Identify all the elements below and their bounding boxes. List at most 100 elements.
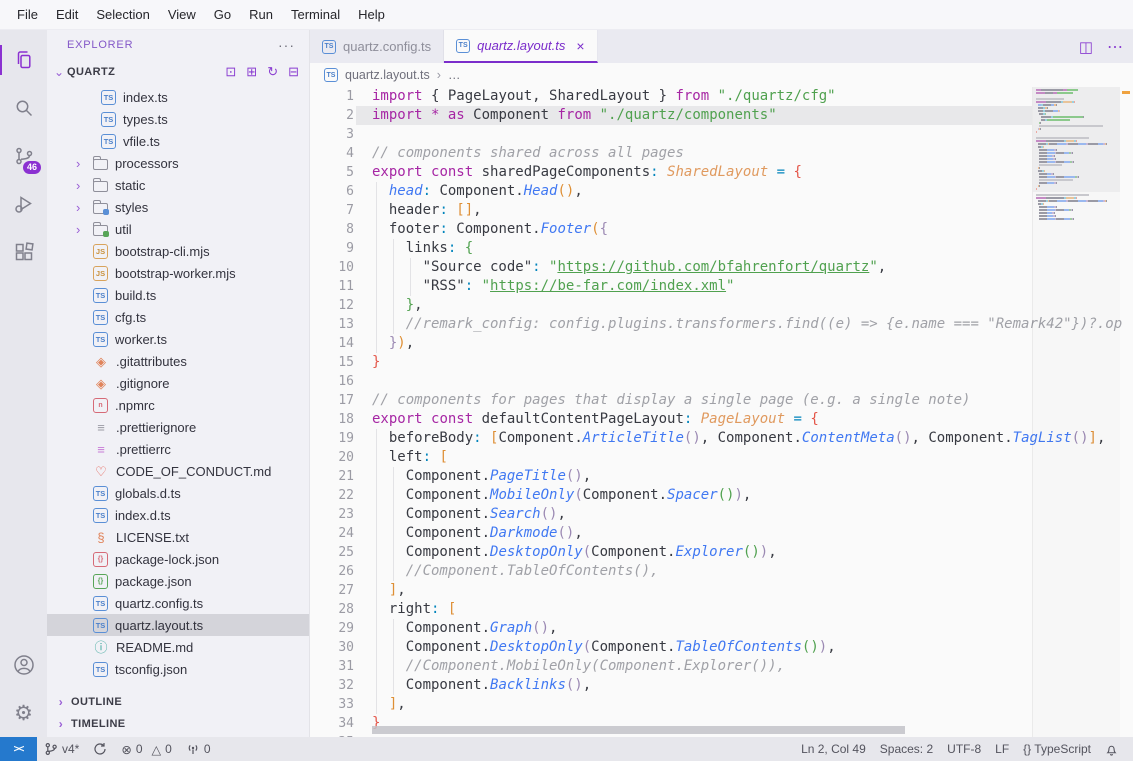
code-line-33[interactable]: 33 ], xyxy=(310,695,1133,714)
file-tree-item-vfile.ts[interactable]: TSvfile.ts xyxy=(47,130,309,152)
activity-account-icon[interactable] xyxy=(0,641,47,689)
file-tree-item-README.md[interactable]: ⓘREADME.md xyxy=(47,636,309,658)
code-line-8[interactable]: 8 footer: Component.Footer({ xyxy=(310,220,1133,239)
explorer-more-actions-icon[interactable]: ··· xyxy=(278,37,295,53)
file-tree-item-.gitattributes[interactable]: ◈.gitattributes xyxy=(47,350,309,372)
status-lf[interactable]: LF xyxy=(988,737,1016,761)
split-editor-icon[interactable]: ◫ xyxy=(1079,38,1093,56)
sidebar-section-outline[interactable]: ›OUTLINE xyxy=(47,691,309,713)
code-line-32[interactable]: 32 Component.Backlinks(), xyxy=(310,676,1133,695)
file-tree-item-bootstrap-worker.mjs[interactable]: JSbootstrap-worker.mjs xyxy=(47,262,309,284)
editor-more-actions-icon[interactable]: ⋯ xyxy=(1107,37,1123,57)
code-line-31[interactable]: 31 //Component.MobileOnly(Component.Expl… xyxy=(310,657,1133,676)
file-tree-item-.prettierrc[interactable]: ≡.prettierrc xyxy=(47,438,309,460)
file-tree-item-LICENSE.txt[interactable]: §LICENSE.txt xyxy=(47,526,309,548)
file-tree-item-tsconfig.json[interactable]: TStsconfig.json xyxy=(47,658,309,680)
code-line-17[interactable]: 17// components for pages that display a… xyxy=(310,391,1133,410)
file-tree-item-index.ts[interactable]: TSindex.ts xyxy=(47,86,309,108)
minimap[interactable] xyxy=(1032,87,1120,737)
breadcrumb-symbol[interactable]: … xyxy=(448,68,461,82)
code-line-5[interactable]: 5export const sharedPageComponents: Shar… xyxy=(310,163,1133,182)
code-line-16[interactable]: 16 xyxy=(310,372,1133,391)
status-problems[interactable]: ⊗0△0 xyxy=(114,737,178,761)
project-section-header[interactable]: ⌄ QUARTZ ⊡⊞↻⊟ xyxy=(47,60,309,84)
code-line-19[interactable]: 19 beforeBody: [Component.ArticleTitle()… xyxy=(310,429,1133,448)
code-line-3[interactable]: 3 xyxy=(310,125,1133,144)
code-line-7[interactable]: 7 header: [], xyxy=(310,201,1133,220)
remote-indicator[interactable]: >< xyxy=(0,737,37,761)
file-tree-item-static[interactable]: ›static xyxy=(47,174,309,196)
code-line-29[interactable]: 29 Component.Graph(), xyxy=(310,619,1133,638)
file-tree-item-package-lock.json[interactable]: {}package-lock.json xyxy=(47,548,309,570)
status-ln-2-col-49[interactable]: Ln 2, Col 49 xyxy=(794,737,873,761)
file-tree-item-globals.d.ts[interactable]: TSglobals.d.ts xyxy=(47,482,309,504)
code-line-18[interactable]: 18export const defaultContentPageLayout:… xyxy=(310,410,1133,429)
code-line-10[interactable]: 10 "Source code": "https://github.com/bf… xyxy=(310,258,1133,277)
code-line-4[interactable]: 4// components shared across all pages xyxy=(310,144,1133,163)
activity-source-control-icon[interactable]: 46 xyxy=(0,132,47,180)
file-tree-item-util[interactable]: ›util xyxy=(47,218,309,240)
file-tree-item-quartz.layout.ts[interactable]: TSquartz.layout.ts xyxy=(47,614,309,636)
tab-quartz.config.ts[interactable]: TSquartz.config.ts xyxy=(310,30,444,63)
code-line-25[interactable]: 25 Component.DesktopOnly(Component.Explo… xyxy=(310,543,1133,562)
code-line-1[interactable]: 1import { PageLayout, SharedLayout } fro… xyxy=(310,87,1133,106)
activity-search-icon[interactable] xyxy=(0,84,47,132)
activity-settings-icon[interactable]: ⚙ xyxy=(0,689,47,737)
file-tree-item-.npmrc[interactable]: n.npmrc xyxy=(47,394,309,416)
refresh-icon[interactable]: ↻ xyxy=(267,64,278,80)
code-line-28[interactable]: 28 right: [ xyxy=(310,600,1133,619)
file-tree-item-worker.ts[interactable]: TSworker.ts xyxy=(47,328,309,350)
code-line-22[interactable]: 22 Component.MobileOnly(Component.Spacer… xyxy=(310,486,1133,505)
file-tree-item-build.ts[interactable]: TSbuild.ts xyxy=(47,284,309,306)
new-folder-icon[interactable]: ⊞ xyxy=(246,64,257,80)
breadcrumb[interactable]: TS quartz.layout.ts › … xyxy=(310,63,1133,87)
collapse-all-icon[interactable]: ⊟ xyxy=(288,64,299,80)
code-line-2[interactable]: 2import * as Component from "./quartz/co… xyxy=(310,106,1133,125)
file-tree-item-quartz.config.ts[interactable]: TSquartz.config.ts xyxy=(47,592,309,614)
code-line-12[interactable]: 12 }, xyxy=(310,296,1133,315)
file-tree-item-.prettierignore[interactable]: ≡.prettierignore xyxy=(47,416,309,438)
file-tree-item-package.json[interactable]: {}package.json xyxy=(47,570,309,592)
close-icon[interactable]: × xyxy=(576,38,584,54)
horizontal-scrollbar[interactable] xyxy=(372,726,905,734)
code-line-14[interactable]: 14 }), xyxy=(310,334,1133,353)
status-spaces-2[interactable]: Spaces: 2 xyxy=(873,737,940,761)
notifications-bell[interactable] xyxy=(1098,737,1125,761)
code-line-11[interactable]: 11 "RSS": "https://be-far.com/index.xml" xyxy=(310,277,1133,296)
file-tree-item-styles[interactable]: ›styles xyxy=(47,196,309,218)
menu-item-edit[interactable]: Edit xyxy=(47,0,87,30)
new-file-icon[interactable]: ⊡ xyxy=(225,64,236,80)
menu-item-run[interactable]: Run xyxy=(240,0,282,30)
breadcrumb-file[interactable]: quartz.layout.ts xyxy=(345,68,430,82)
sidebar-section-timeline[interactable]: ›TIMELINE xyxy=(47,713,309,735)
menu-item-selection[interactable]: Selection xyxy=(87,0,158,30)
status-tower[interactable]: 0 xyxy=(179,737,218,761)
file-tree-item-CODE_OF_CONDUCT.md[interactable]: ♡CODE_OF_CONDUCT.md xyxy=(47,460,309,482)
file-tree-item-processors[interactable]: ›processors xyxy=(47,152,309,174)
file-tree-item-cfg.ts[interactable]: TScfg.ts xyxy=(47,306,309,328)
status-sync[interactable] xyxy=(86,737,114,761)
code-line-6[interactable]: 6 head: Component.Head(), xyxy=(310,182,1133,201)
file-tree-item-index.d.ts[interactable]: TSindex.d.ts xyxy=(47,504,309,526)
code-line-26[interactable]: 26 //Component.TableOfContents(), xyxy=(310,562,1133,581)
code-editor[interactable]: 1import { PageLayout, SharedLayout } fro… xyxy=(310,87,1133,737)
menu-item-help[interactable]: Help xyxy=(349,0,394,30)
file-tree-item-types.ts[interactable]: TStypes.ts xyxy=(47,108,309,130)
file-tree-item-bootstrap-cli.mjs[interactable]: JSbootstrap-cli.mjs xyxy=(47,240,309,262)
menu-item-view[interactable]: View xyxy=(159,0,205,30)
code-line-15[interactable]: 15} xyxy=(310,353,1133,372)
menu-item-go[interactable]: Go xyxy=(205,0,240,30)
code-line-24[interactable]: 24 Component.Darkmode(), xyxy=(310,524,1133,543)
activity-run-debug-icon[interactable] xyxy=(0,180,47,228)
code-line-9[interactable]: 9 links: { xyxy=(310,239,1133,258)
status-utf-8[interactable]: UTF-8 xyxy=(940,737,988,761)
activity-extensions-icon[interactable] xyxy=(0,228,47,276)
code-line-20[interactable]: 20 left: [ xyxy=(310,448,1133,467)
code-line-27[interactable]: 27 ], xyxy=(310,581,1133,600)
code-line-21[interactable]: 21 Component.PageTitle(), xyxy=(310,467,1133,486)
activity-explorer-icon[interactable] xyxy=(0,36,47,84)
code-line-23[interactable]: 23 Component.Search(), xyxy=(310,505,1133,524)
code-line-13[interactable]: 13 //remark_config: config.plugins.trans… xyxy=(310,315,1133,334)
menu-item-terminal[interactable]: Terminal xyxy=(282,0,349,30)
code-line-30[interactable]: 30 Component.DesktopOnly(Component.Table… xyxy=(310,638,1133,657)
